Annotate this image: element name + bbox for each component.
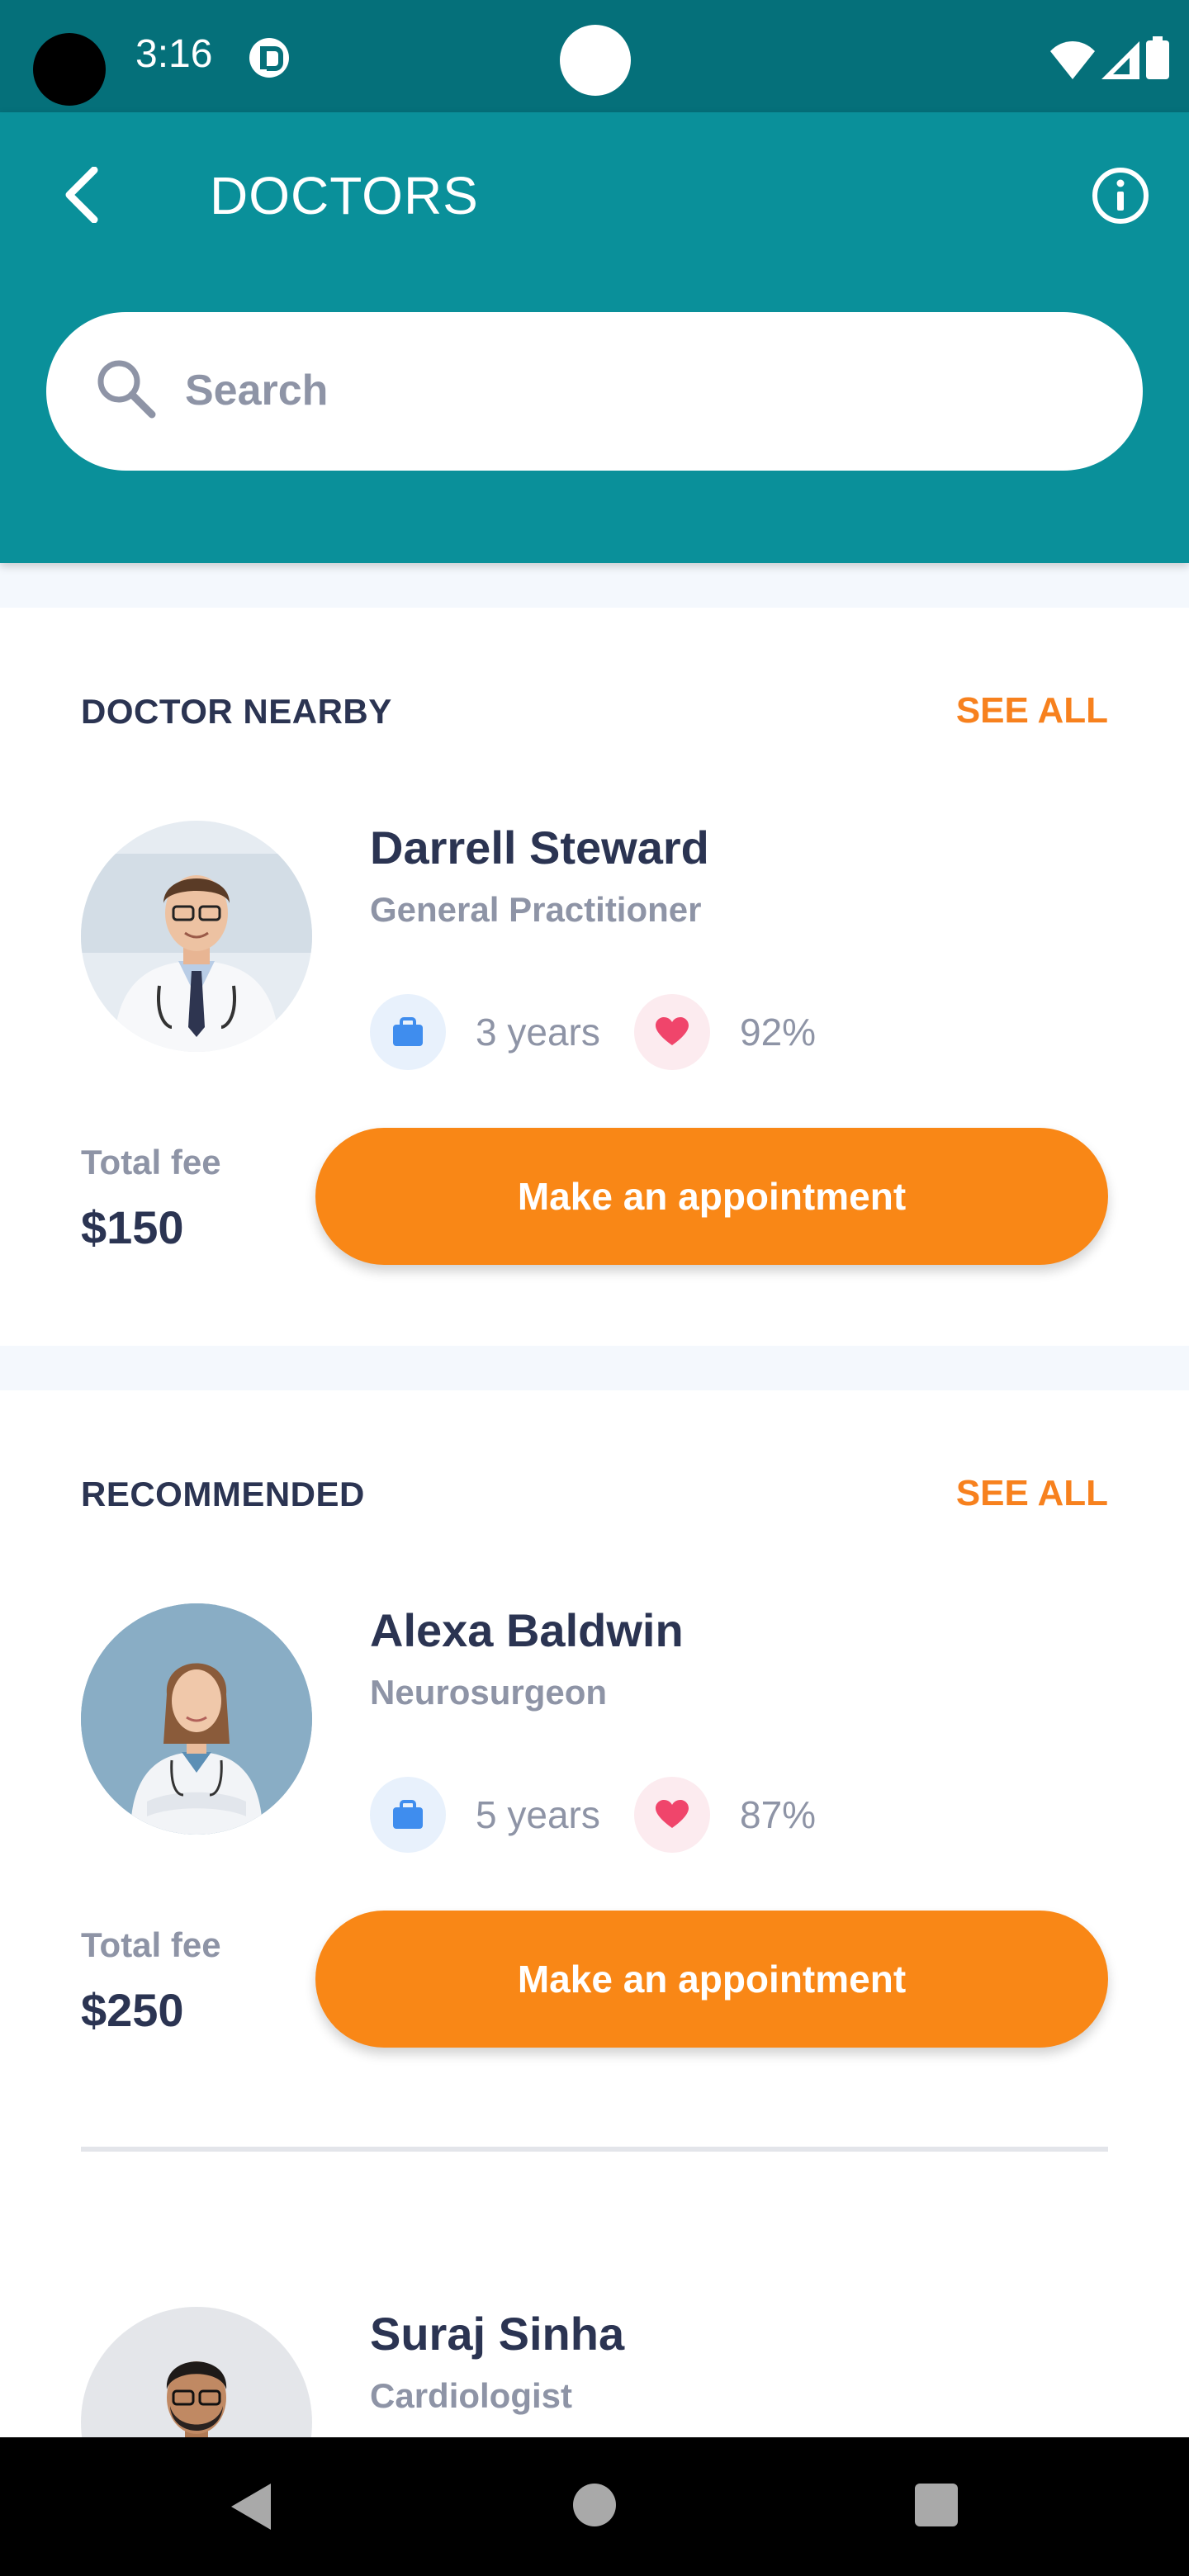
doctor-specialty: General Practitioner [370,890,702,929]
doctor-name[interactable]: Suraj Sinha [370,2307,624,2361]
briefcase-icon [370,1777,446,1853]
app-bar: DOCTORS [0,112,1189,563]
doctor-avatar[interactable] [81,1603,312,1835]
battery-icon [1146,36,1169,79]
experience-text: 3 years [476,1011,600,1054]
section-recommended: RECOMMENDED SEE ALL Alexa Baldwin Neuros… [0,1390,1189,2437]
make-appointment-button[interactable]: Make an appointment [315,1911,1108,2048]
doctor-name[interactable]: Darrell Steward [370,821,709,874]
nav-home-icon[interactable] [573,2484,616,2526]
doctor-portrait [81,821,312,1052]
fee-label: Total fee [81,1143,221,1181]
status-time: 3:16 [135,32,213,76]
rating-stat: 92% [634,994,816,1070]
divider [81,2147,1108,2152]
wifi-icon [1050,41,1095,79]
experience-stat: 3 years [370,994,600,1070]
page-title: DOCTORS [210,166,479,225]
search-bar[interactable] [46,312,1143,471]
doctor-card: Alexa Baldwin Neurosurgeon 5 years 87% T… [0,1603,1189,2066]
rating-text: 87% [740,1793,817,1836]
doctor-specialty: Neurosurgeon [370,1673,608,1712]
fee-value: $250 [81,1984,184,2036]
doctor-card: Suraj Sinha Cardiologist [0,2307,1189,2437]
briefcase-icon [370,994,446,1070]
heart-icon [634,994,710,1070]
doctor-name[interactable]: Alexa Baldwin [370,1603,684,1657]
chevron-left-icon [65,167,98,223]
see-all-button[interactable]: SEE ALL [956,690,1108,732]
see-all-button[interactable]: SEE ALL [956,1473,1108,1514]
doctor-portrait [81,2307,312,2437]
experience-stat: 5 years [370,1777,600,1853]
doctor-avatar[interactable] [81,2307,312,2437]
status-bar: 3:16 [0,0,1189,112]
app-notification-icon [249,38,289,78]
nav-recents-icon[interactable] [915,2484,958,2526]
fee-value: $150 [81,1201,184,1253]
heart-icon [634,1777,710,1853]
rating-text: 92% [740,1011,817,1054]
system-nav-bar [0,2437,1189,2576]
doctor-portrait [81,1603,312,1835]
doctor-avatar[interactable] [81,821,312,1052]
signal-icon [1101,41,1139,79]
search-input[interactable] [185,345,1093,436]
system-icons [1050,33,1169,79]
search-icon [97,360,156,419]
section-doctor-nearby: DOCTOR NEARBY SEE ALL Darrell Steward Ge… [0,608,1189,1346]
info-button[interactable] [1087,162,1154,230]
rating-stat: 87% [634,1777,816,1853]
make-appointment-button[interactable]: Make an appointment [315,1128,1108,1265]
camera-cutout [33,33,106,106]
info-icon [1092,168,1149,224]
nav-back-icon[interactable] [225,2480,277,2533]
section-title: DOCTOR NEARBY [81,692,392,731]
front-camera-dot [560,25,631,96]
doctor-specialty: Cardiologist [370,2376,573,2415]
back-button[interactable] [48,162,114,228]
section-title: RECOMMENDED [81,1475,365,1513]
experience-text: 5 years [476,1793,600,1836]
doctor-card: Darrell Steward General Practitioner 3 y… [0,821,1189,1283]
fee-label: Total fee [81,1925,221,1964]
